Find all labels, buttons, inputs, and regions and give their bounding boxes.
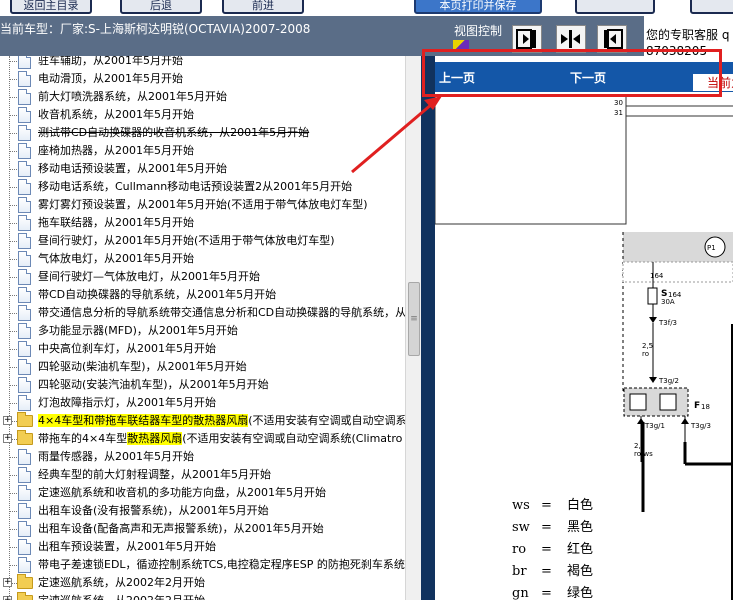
annotation-arrow	[351, 96, 442, 174]
